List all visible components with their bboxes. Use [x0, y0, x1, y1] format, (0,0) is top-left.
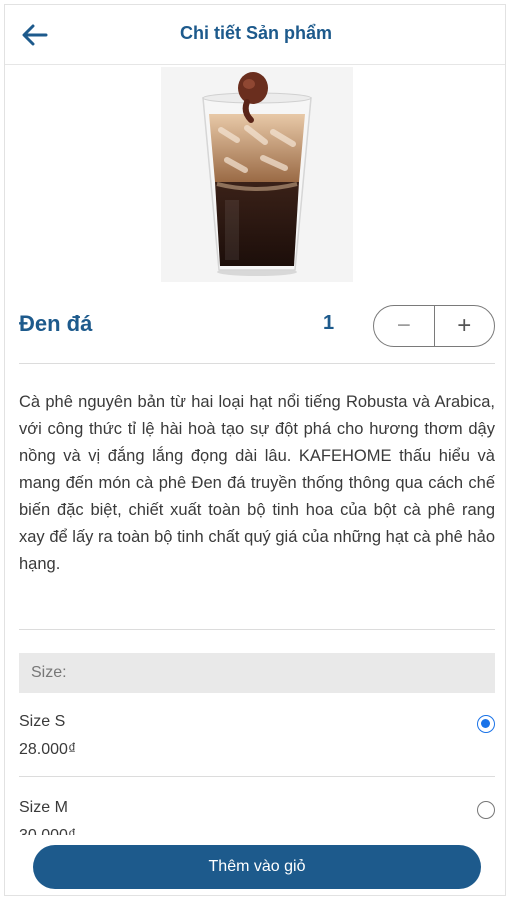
size-price: 28.000₫ — [19, 741, 77, 758]
quantity-stepper: − + — [373, 305, 495, 347]
bottom-action-bar: Thêm vào giỏ — [5, 835, 505, 895]
size-m-radio[interactable] — [477, 801, 495, 819]
page-title: Chi tiết Sản phẩm — [179, 23, 332, 43]
divider — [19, 363, 495, 364]
size-label: Size S — [19, 713, 66, 730]
product-name: Đen đá — [19, 311, 93, 336]
product-name-row: Đen đá 1 − + — [19, 303, 495, 349]
decrease-quantity-button[interactable]: − — [374, 306, 434, 346]
product-description: Cà phê nguyên bản từ hai loại hạt nổi ti… — [19, 393, 495, 573]
divider — [19, 629, 495, 630]
size-label: Size M — [19, 799, 68, 816]
iced-coffee-image — [202, 71, 312, 276]
quantity-value: 1 — [323, 312, 335, 334]
size-option-s[interactable]: Size S 28.000₫ — [19, 707, 495, 767]
size-section-header: Size: — [19, 653, 495, 693]
add-to-cart-button[interactable]: Thêm vào giỏ — [33, 845, 481, 889]
divider — [19, 776, 495, 777]
app-header: Chi tiết Sản phẩm — [5, 5, 505, 65]
increase-quantity-button[interactable]: + — [433, 306, 495, 346]
size-s-radio[interactable] — [477, 715, 495, 733]
product-image — [161, 67, 353, 282]
product-detail-screen: Chi tiết Sản phẩm Đen đá 1 − + Cà phê ng… — [4, 4, 506, 896]
